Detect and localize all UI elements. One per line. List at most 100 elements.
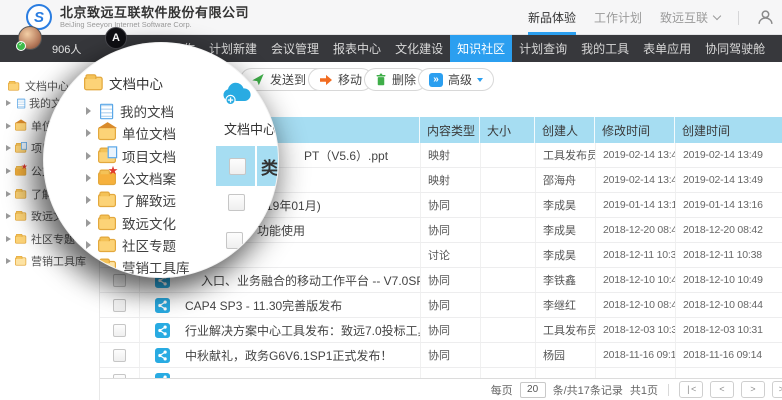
row-checkbox-magnified: [228, 194, 245, 211]
nav-item[interactable]: 文化建设: [388, 35, 450, 62]
expand-arrow-icon[interactable]: [6, 213, 11, 219]
page-size-input[interactable]: [520, 382, 546, 398]
created-time-cell: 2019-02-14 13:49: [675, 168, 782, 192]
column-separator: [255, 146, 257, 186]
row-checkbox-cell: [100, 293, 140, 317]
send-icon: [251, 73, 265, 86]
nav-item[interactable]: 报表中心: [326, 35, 388, 62]
tree-item-icon: [17, 98, 25, 108]
nav-item[interactable]: 知识社区: [450, 35, 512, 62]
nav-item[interactable]: 计划查询: [512, 35, 574, 62]
content-type-cell: 协同: [420, 318, 480, 342]
row-icon-cell: [140, 368, 185, 378]
pagination-divider: [668, 384, 669, 396]
created-time-cell: 2018-12-11 10:38: [675, 243, 782, 267]
magnified-tree-item-label: 单位文档: [122, 123, 176, 143]
next-page-button[interactable]: >: [741, 381, 765, 398]
company-name-cn: 北京致远互联软件股份有限公司: [60, 6, 249, 20]
modified-time-cell: 2018-12-03 10:31: [595, 318, 675, 342]
prev-page-button[interactable]: <: [710, 381, 734, 398]
table-row[interactable]: [100, 368, 782, 378]
document-name[interactable]: 行业解决方案中心工具发布：致远7.0投标工具: [185, 324, 420, 338]
toplink-work-plan[interactable]: 工作计划: [594, 0, 642, 35]
nav-item[interactable]: 会议管理: [264, 35, 326, 62]
tree-item-label: 营销工具库: [31, 253, 86, 269]
size-cell: [480, 143, 535, 167]
expand-arrow-icon: [86, 196, 91, 204]
tree-item-icon: [15, 190, 26, 198]
created-time-cell: 2018-12-20 08:42: [675, 218, 782, 242]
topbar-divider: [738, 11, 739, 25]
creator-cell: [535, 368, 595, 378]
nav-item[interactable]: 表单应用: [636, 35, 698, 62]
first-page-button[interactable]: |<: [679, 381, 703, 398]
row-checkbox[interactable]: [113, 324, 126, 337]
creator-cell: 工具发布员...: [535, 143, 595, 167]
size-cell: [480, 193, 535, 217]
tree-item[interactable]: 营销工具库: [6, 250, 86, 273]
modified-time-cell: 2018-11-16 09:14: [595, 343, 675, 367]
last-page-button[interactable]: >|: [772, 381, 782, 398]
magnified-tree-item-label: 了解致远: [122, 190, 176, 210]
expand-arrow-icon[interactable]: [6, 145, 11, 151]
document-name[interactable]: 中秋献礼，政务G6V6.1SP1正式发布！: [185, 349, 392, 363]
created-time-cell: 2018-11-16 09:14: [675, 343, 782, 367]
table-row[interactable]: 入口、业务融合的移动工作平台 -- V7.0SP3正式发布 协同 李铁鑫 201…: [100, 268, 782, 293]
send-to-label: 发送到: [270, 71, 306, 88]
expand-arrow-icon: [86, 219, 91, 227]
nav-item[interactable]: 我的工具: [574, 35, 636, 62]
table-row[interactable]: 行业解决方案中心工具发布：致远7.0投标工具 协同 工具发布员... 2018-…: [100, 318, 782, 343]
creator-cell: 邵海舟: [535, 168, 595, 192]
expand-arrow-icon[interactable]: [6, 258, 11, 264]
magnified-tree-item-label: 我的文档: [120, 101, 174, 121]
advanced-label: 高级: [448, 71, 472, 88]
expand-arrow-icon[interactable]: [6, 191, 11, 197]
tree-item-icon: [15, 235, 26, 243]
content-type-cell: 协同: [420, 193, 480, 217]
creator-cell: 杨园: [535, 343, 595, 367]
created-time-cell: 2018-12-03 10:31: [675, 318, 782, 342]
modified-time-cell: [595, 368, 675, 378]
expand-arrow-icon[interactable]: [6, 168, 11, 174]
row-checkbox[interactable]: [113, 299, 126, 312]
modified-time-cell: 2019-01-14 13:16: [595, 193, 675, 217]
row-checkbox[interactable]: [113, 349, 126, 362]
table-row[interactable]: 中秋献礼，政务G6V6.1SP1正式发布！ 协同 杨园 2018-11-16 0…: [100, 343, 782, 368]
document-name[interactable]: 功能使用: [257, 224, 305, 238]
table-row[interactable]: CAP4 SP3 - 11.30完善版发布 协同 李继红 2018-12-10 …: [100, 293, 782, 318]
created-time-cell: [675, 368, 782, 378]
size-cell: [480, 168, 535, 192]
magnifier-overlay: 文档中心 我的文档 单位文档 项目文档: [43, 42, 279, 278]
advanced-button[interactable]: » 高级: [418, 68, 494, 91]
toplink-seeyon[interactable]: 致远互联: [660, 0, 720, 35]
creator-cell: 李成昊: [535, 218, 595, 242]
expand-arrow-icon[interactable]: [6, 123, 11, 129]
column-header-creator: 创建人: [535, 117, 595, 143]
expand-arrow-icon: [86, 129, 91, 137]
row-checkbox-cell: [100, 343, 140, 367]
expand-arrow-icon[interactable]: [6, 236, 11, 242]
creator-cell: 李成昊: [535, 193, 595, 217]
toplink-new-experience[interactable]: 新品体验: [528, 0, 576, 35]
nav-item[interactable]: 协同驾驶舱: [698, 35, 772, 62]
magnified-tree-item: 营销工具库: [86, 256, 190, 278]
expand-arrow-icon[interactable]: [6, 100, 11, 106]
document-name-cell: 入口、业务融合的移动工作平台 -- V7.0SP3正式发布: [185, 272, 420, 289]
trash-icon: [375, 73, 387, 86]
created-time-cell: 2019-02-14 13:49: [675, 143, 782, 167]
content-type-cell: [420, 368, 480, 378]
document-name[interactable]: 入口、业务融合的移动工作平台 -- V7.0SP3正式发布: [201, 274, 420, 288]
document-name[interactable]: PT（V5.6）.ppt: [304, 149, 388, 163]
toplink-seeyon-label: 致远互联: [660, 9, 708, 26]
folder-icon: [8, 82, 19, 90]
document-name[interactable]: CAP4 SP3 - 11.30完善版发布: [185, 299, 342, 313]
size-cell: [480, 293, 535, 317]
content-type-cell: 协同: [420, 293, 480, 317]
expand-arrow-icon: [86, 263, 91, 271]
expand-arrow-icon: [86, 174, 91, 182]
user-profile-icon[interactable]: [757, 9, 774, 26]
a8-logo-icon[interactable]: A: [105, 27, 127, 49]
document-name[interactable]: 19年01月): [266, 199, 321, 213]
magnified-tree-item: 社区专题: [86, 234, 190, 256]
avatar[interactable]: ✓: [18, 26, 42, 50]
